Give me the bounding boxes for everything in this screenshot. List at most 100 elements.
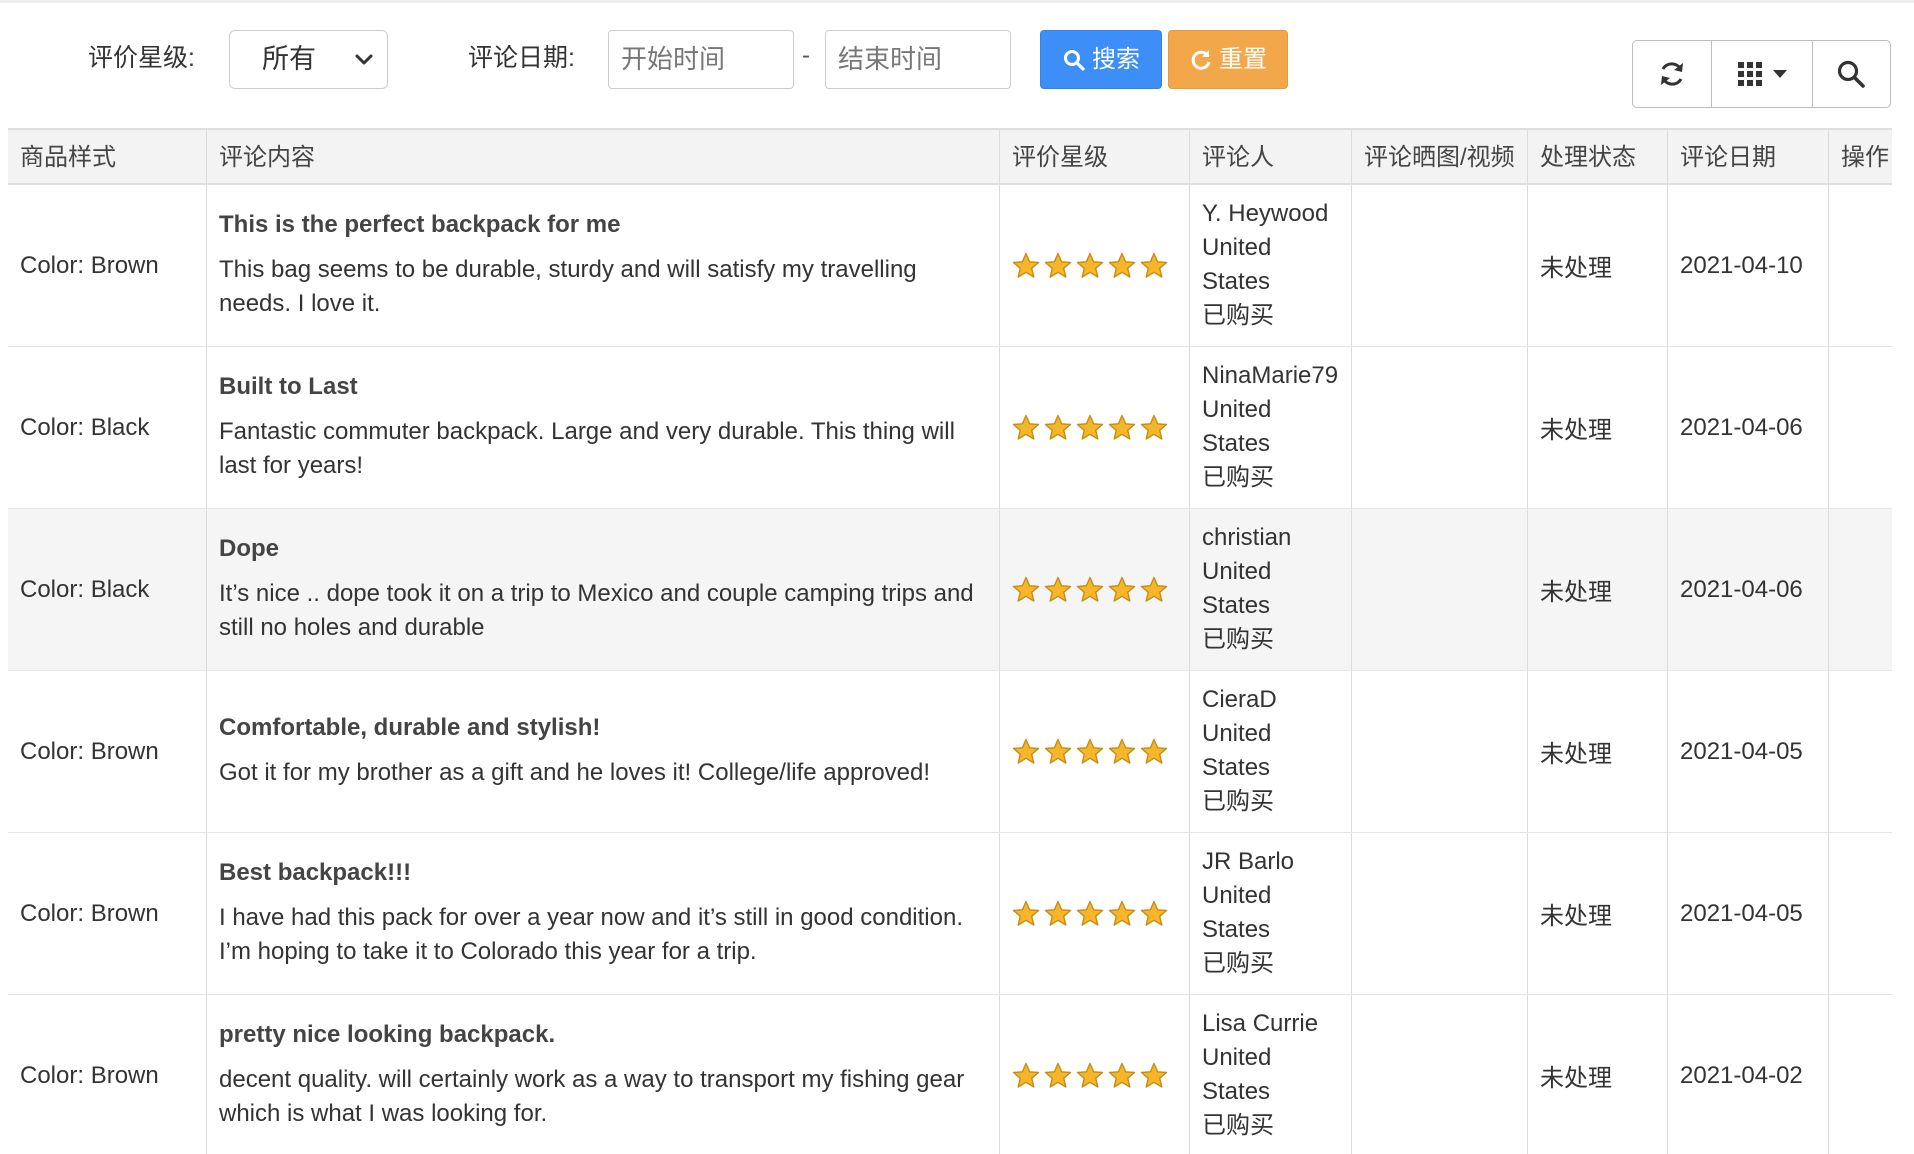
column-header-status[interactable]: 处理状态: [1528, 130, 1668, 185]
date-filter-label: 评论日期:: [468, 44, 575, 72]
product-style: Color: Black: [20, 413, 150, 441]
review-date: 2021-04-05: [1680, 737, 1803, 765]
star-icon: [1076, 1062, 1104, 1088]
purchase-badge: 已购买: [1202, 464, 1274, 491]
star-icon: [1012, 414, 1040, 440]
review-content-cell: Best backpack!!! I have had this pack fo…: [207, 833, 1000, 994]
table-search-button[interactable]: [1813, 41, 1890, 107]
review-body: This bag seems to be durable, sturdy and…: [219, 255, 917, 317]
refresh-table-button[interactable]: [1633, 41, 1713, 107]
star-icon: [1076, 738, 1104, 764]
star-icon: [1044, 738, 1072, 764]
review-content-cell: Dope It’s nice .. dope took it on a trip…: [207, 509, 1000, 670]
rating-stars: [1000, 509, 1190, 670]
reset-button[interactable]: 重置: [1168, 30, 1288, 89]
start-date-input[interactable]: 开始时间: [608, 30, 794, 89]
search-button[interactable]: 搜索: [1040, 30, 1162, 89]
review-content-cell: This is the perfect backpack for me This…: [207, 185, 1000, 346]
column-header-date[interactable]: 评论日期: [1668, 130, 1829, 185]
reviewer-cell: christian United States 已购买: [1190, 509, 1352, 670]
column-header-content[interactable]: 评论内容: [207, 130, 1000, 185]
star-icon: [1140, 414, 1168, 440]
actions-cell[interactable]: [1829, 671, 1892, 832]
chevron-down-icon: [355, 54, 373, 65]
review-media-cell: [1352, 509, 1528, 670]
star-icon: [1044, 576, 1072, 602]
star-icon: [1012, 738, 1040, 764]
reviewer-name: NinaMarie79: [1202, 362, 1339, 389]
product-style-cell: Color: Black: [8, 347, 207, 508]
rating-select[interactable]: 所有: [229, 30, 388, 89]
product-style: Color: Brown: [20, 1061, 159, 1089]
reset-button-label: 重置: [1219, 46, 1267, 73]
product-style-cell: Color: Brown: [8, 185, 207, 346]
product-style: Color: Brown: [20, 737, 159, 765]
star-icon: [1012, 576, 1040, 602]
search-icon: [1838, 60, 1866, 88]
rating-stars: [1000, 833, 1190, 994]
product-style: Color: Black: [20, 575, 150, 603]
purchase-badge: 已购买: [1202, 302, 1274, 329]
column-header-media[interactable]: 评论晒图/视频: [1352, 130, 1528, 185]
star-icon: [1076, 414, 1104, 440]
column-header-rating[interactable]: 评价星级: [1000, 130, 1190, 185]
column-header-reviewer[interactable]: 评论人: [1190, 130, 1352, 185]
review-body: Got it for my brother as a gift and he l…: [219, 758, 931, 786]
review-media-cell: [1352, 185, 1528, 346]
review-date: 2021-04-05: [1680, 899, 1803, 927]
review-title: Best backpack!!!: [219, 858, 412, 886]
star-icon: [1108, 414, 1136, 440]
actions-cell[interactable]: [1829, 995, 1892, 1154]
table-row: Color: Brown Comfortable, durable and st…: [8, 671, 1892, 833]
product-style-cell: Color: Brown: [8, 833, 207, 994]
review-date: 2021-04-06: [1680, 575, 1803, 603]
review-title: Comfortable, durable and stylish!: [219, 713, 601, 741]
star-icon: [1044, 252, 1072, 278]
star-icon: [1108, 576, 1136, 602]
purchase-badge: 已购买: [1202, 626, 1274, 653]
actions-cell[interactable]: [1829, 347, 1892, 508]
star-icon: [1076, 252, 1104, 278]
star-icon: [1076, 576, 1104, 602]
actions-cell[interactable]: [1829, 833, 1892, 994]
actions-cell[interactable]: [1829, 185, 1892, 346]
star-icon: [1044, 1062, 1072, 1088]
processing-status: 未处理: [1540, 741, 1612, 768]
reviewer-cell: CieraD United States 已购买: [1190, 671, 1352, 832]
processing-status: 未处理: [1540, 1065, 1612, 1092]
status-cell: 未处理: [1528, 671, 1668, 832]
star-icon: [1108, 252, 1136, 278]
review-body: I have had this pack for over a year now…: [219, 903, 963, 965]
processing-status: 未处理: [1540, 255, 1612, 282]
star-icon: [1140, 252, 1168, 278]
end-date-input[interactable]: 结束时间: [825, 30, 1011, 89]
processing-status: 未处理: [1540, 579, 1612, 606]
column-header-actions[interactable]: 操作: [1829, 130, 1892, 185]
review-date: 2021-04-02: [1680, 1061, 1803, 1089]
review-media-cell: [1352, 671, 1528, 832]
status-cell: 未处理: [1528, 995, 1668, 1154]
grid-icon: [1738, 62, 1762, 86]
date-range-separator: -: [802, 42, 810, 69]
star-icon: [1044, 900, 1072, 926]
product-style: Color: Brown: [20, 251, 159, 279]
star-icon: [1108, 900, 1136, 926]
reviewer-cell: NinaMarie79 United States 已购买: [1190, 347, 1352, 508]
refresh-icon: [1191, 49, 1211, 70]
reviewer-country: United States: [1202, 396, 1272, 457]
purchase-badge: 已购买: [1202, 950, 1274, 977]
status-cell: 未处理: [1528, 509, 1668, 670]
review-title: Built to Last: [219, 372, 358, 400]
table-tools: [1632, 40, 1891, 108]
star-icon: [1108, 1062, 1136, 1088]
review-media-cell: [1352, 995, 1528, 1154]
column-header-style[interactable]: 商品样式: [8, 130, 207, 185]
review-date: 2021-04-06: [1680, 413, 1803, 441]
columns-toggle-button[interactable]: [1712, 41, 1813, 107]
review-body: decent quality. will certainly work as a…: [219, 1065, 965, 1127]
review-date: 2021-04-10: [1680, 251, 1803, 279]
caret-down-icon: [1773, 70, 1787, 78]
star-icon: [1076, 900, 1104, 926]
rating-filter-label: 评价星级:: [88, 44, 195, 72]
actions-cell[interactable]: [1829, 509, 1892, 670]
